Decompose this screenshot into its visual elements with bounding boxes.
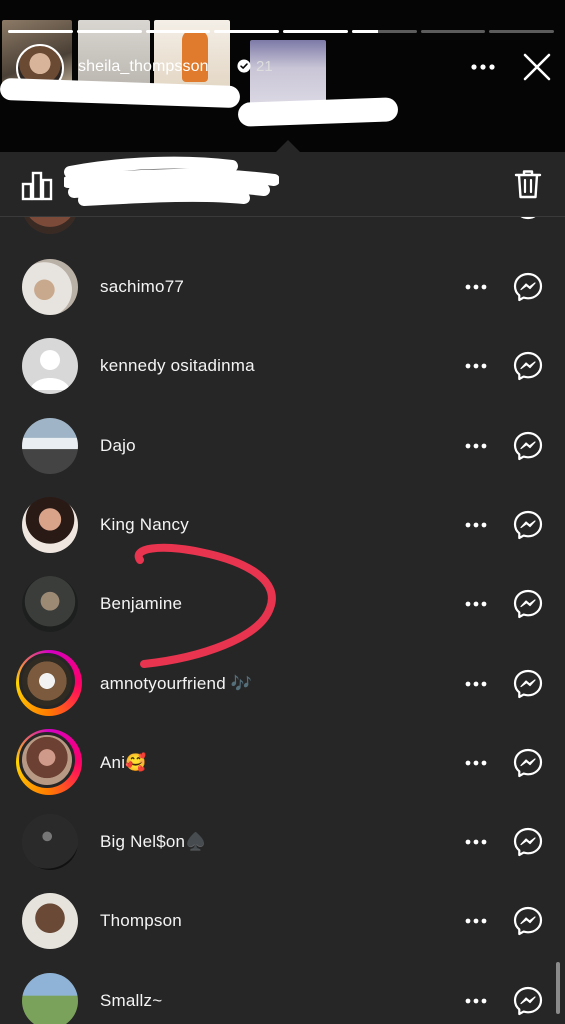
viewer-username[interactable]: Thompson xyxy=(100,911,182,931)
viewer-username[interactable]: Ani🥰 xyxy=(100,753,147,773)
story-progress-fill xyxy=(351,30,378,33)
more-options-icon[interactable] xyxy=(462,435,490,457)
story-timestamp: 21 xyxy=(256,58,273,75)
more-options-icon[interactable] xyxy=(462,910,490,932)
story-username[interactable]: sheila_thompsson xyxy=(78,58,209,76)
more-options-icon[interactable] xyxy=(462,276,490,298)
story-progress-bar xyxy=(420,30,486,33)
story-progress-bar xyxy=(351,30,417,33)
messenger-icon[interactable] xyxy=(512,430,544,462)
story-header: sheila_thompsson 21 xyxy=(0,0,565,152)
messenger-icon[interactable] xyxy=(512,826,544,858)
viewer-username[interactable]: King Nancy xyxy=(100,515,189,535)
messenger-icon[interactable] xyxy=(512,985,544,1017)
story-progress-fill xyxy=(8,30,73,33)
viewer-username[interactable]: Dajo xyxy=(100,436,136,456)
viewer-avatar[interactable] xyxy=(22,972,78,1024)
story-progress-bar xyxy=(76,30,142,33)
redaction-scribble xyxy=(64,156,279,206)
viewer-avatar[interactable] xyxy=(22,216,78,234)
viewer-row[interactable]: sachimo77 xyxy=(0,249,565,328)
viewer-username[interactable]: Big Nel$on♠️ xyxy=(100,832,207,852)
viewer-avatar[interactable] xyxy=(22,259,78,315)
more-options-icon[interactable] xyxy=(462,593,490,615)
viewer-row[interactable]: King Nancy xyxy=(0,487,565,566)
story-progress-fill xyxy=(145,30,211,33)
viewer-username[interactable]: Benjamine xyxy=(100,594,182,614)
viewer-row[interactable]: Ani🥰 xyxy=(0,725,565,804)
story-progress-bar xyxy=(489,30,554,33)
default-profile-icon xyxy=(30,350,70,391)
messenger-icon[interactable] xyxy=(512,271,544,303)
viewer-avatar[interactable] xyxy=(22,417,78,474)
close-icon[interactable] xyxy=(520,50,554,84)
trash-icon[interactable] xyxy=(513,168,543,200)
story-progress-bar xyxy=(283,30,348,33)
viewer-username[interactable]: kennedy ositadinma xyxy=(100,356,255,376)
viewers-sheet: sachimo77 kennedy ositadinma Dajo King Nanc… xyxy=(0,152,565,1024)
story-progress-fill xyxy=(76,30,142,33)
viewer-avatar-image xyxy=(19,652,75,709)
story-progress-fill xyxy=(214,30,279,33)
viewer-row[interactable]: Dajo xyxy=(0,408,565,487)
viewers-list[interactable]: sachimo77 kennedy ositadinma Dajo King Nanc… xyxy=(0,216,565,1024)
messenger-icon[interactable] xyxy=(512,747,544,779)
messenger-icon[interactable] xyxy=(512,350,544,382)
active-story-pointer xyxy=(276,140,300,152)
story-viewers-screen: sheila_thompsson 21 sachimo77 kennedy os… xyxy=(0,0,565,1024)
more-options-icon[interactable] xyxy=(462,990,490,1012)
viewer-avatar[interactable] xyxy=(22,814,78,871)
bar-chart-icon[interactable] xyxy=(20,168,54,202)
more-options-icon[interactable] xyxy=(462,673,490,695)
viewer-row-partial[interactable] xyxy=(0,216,565,247)
viewer-avatar[interactable] xyxy=(22,576,78,633)
viewer-avatar-story-ring[interactable] xyxy=(16,649,82,716)
viewer-username[interactable]: sachimo77 xyxy=(100,277,184,297)
viewers-toolbar xyxy=(0,152,565,217)
viewer-row[interactable]: Benjamine xyxy=(0,566,565,645)
viewer-row[interactable]: Big Nel$on♠️ xyxy=(0,804,565,883)
viewer-avatar-image xyxy=(19,731,75,788)
scrollbar[interactable] xyxy=(556,962,560,1014)
more-options-icon[interactable] xyxy=(462,514,490,536)
messenger-icon[interactable] xyxy=(512,905,544,937)
story-progress-fill xyxy=(283,30,348,33)
viewer-row[interactable]: Thompson xyxy=(0,883,565,962)
messenger-icon[interactable] xyxy=(512,668,544,700)
viewer-username[interactable]: amnotyourfriend 🎶 xyxy=(100,674,252,694)
messenger-icon[interactable] xyxy=(512,509,544,541)
more-options-icon[interactable] xyxy=(468,56,498,78)
viewer-row[interactable]: Smallz~ xyxy=(0,963,565,1024)
viewer-avatar[interactable] xyxy=(22,338,78,395)
story-progress-bar xyxy=(8,30,73,33)
viewer-avatar[interactable] xyxy=(22,496,78,553)
story-progress-bar xyxy=(214,30,279,33)
viewer-avatar[interactable] xyxy=(22,893,78,950)
viewer-avatar-story-ring[interactable] xyxy=(16,728,82,795)
viewer-row[interactable]: amnotyourfriend 🎶 xyxy=(0,646,565,725)
story-progress-bar xyxy=(145,30,211,33)
story-progress-bars xyxy=(8,30,554,33)
more-options-icon[interactable] xyxy=(462,752,490,774)
viewer-row[interactable]: kennedy ositadinma xyxy=(0,328,565,407)
verified-badge-icon xyxy=(237,59,251,73)
messenger-icon[interactable] xyxy=(512,588,544,620)
viewer-username[interactable]: Smallz~ xyxy=(100,991,162,1011)
more-options-icon[interactable] xyxy=(462,355,490,377)
more-options-icon[interactable] xyxy=(462,831,490,853)
redaction-scribble xyxy=(237,97,399,127)
